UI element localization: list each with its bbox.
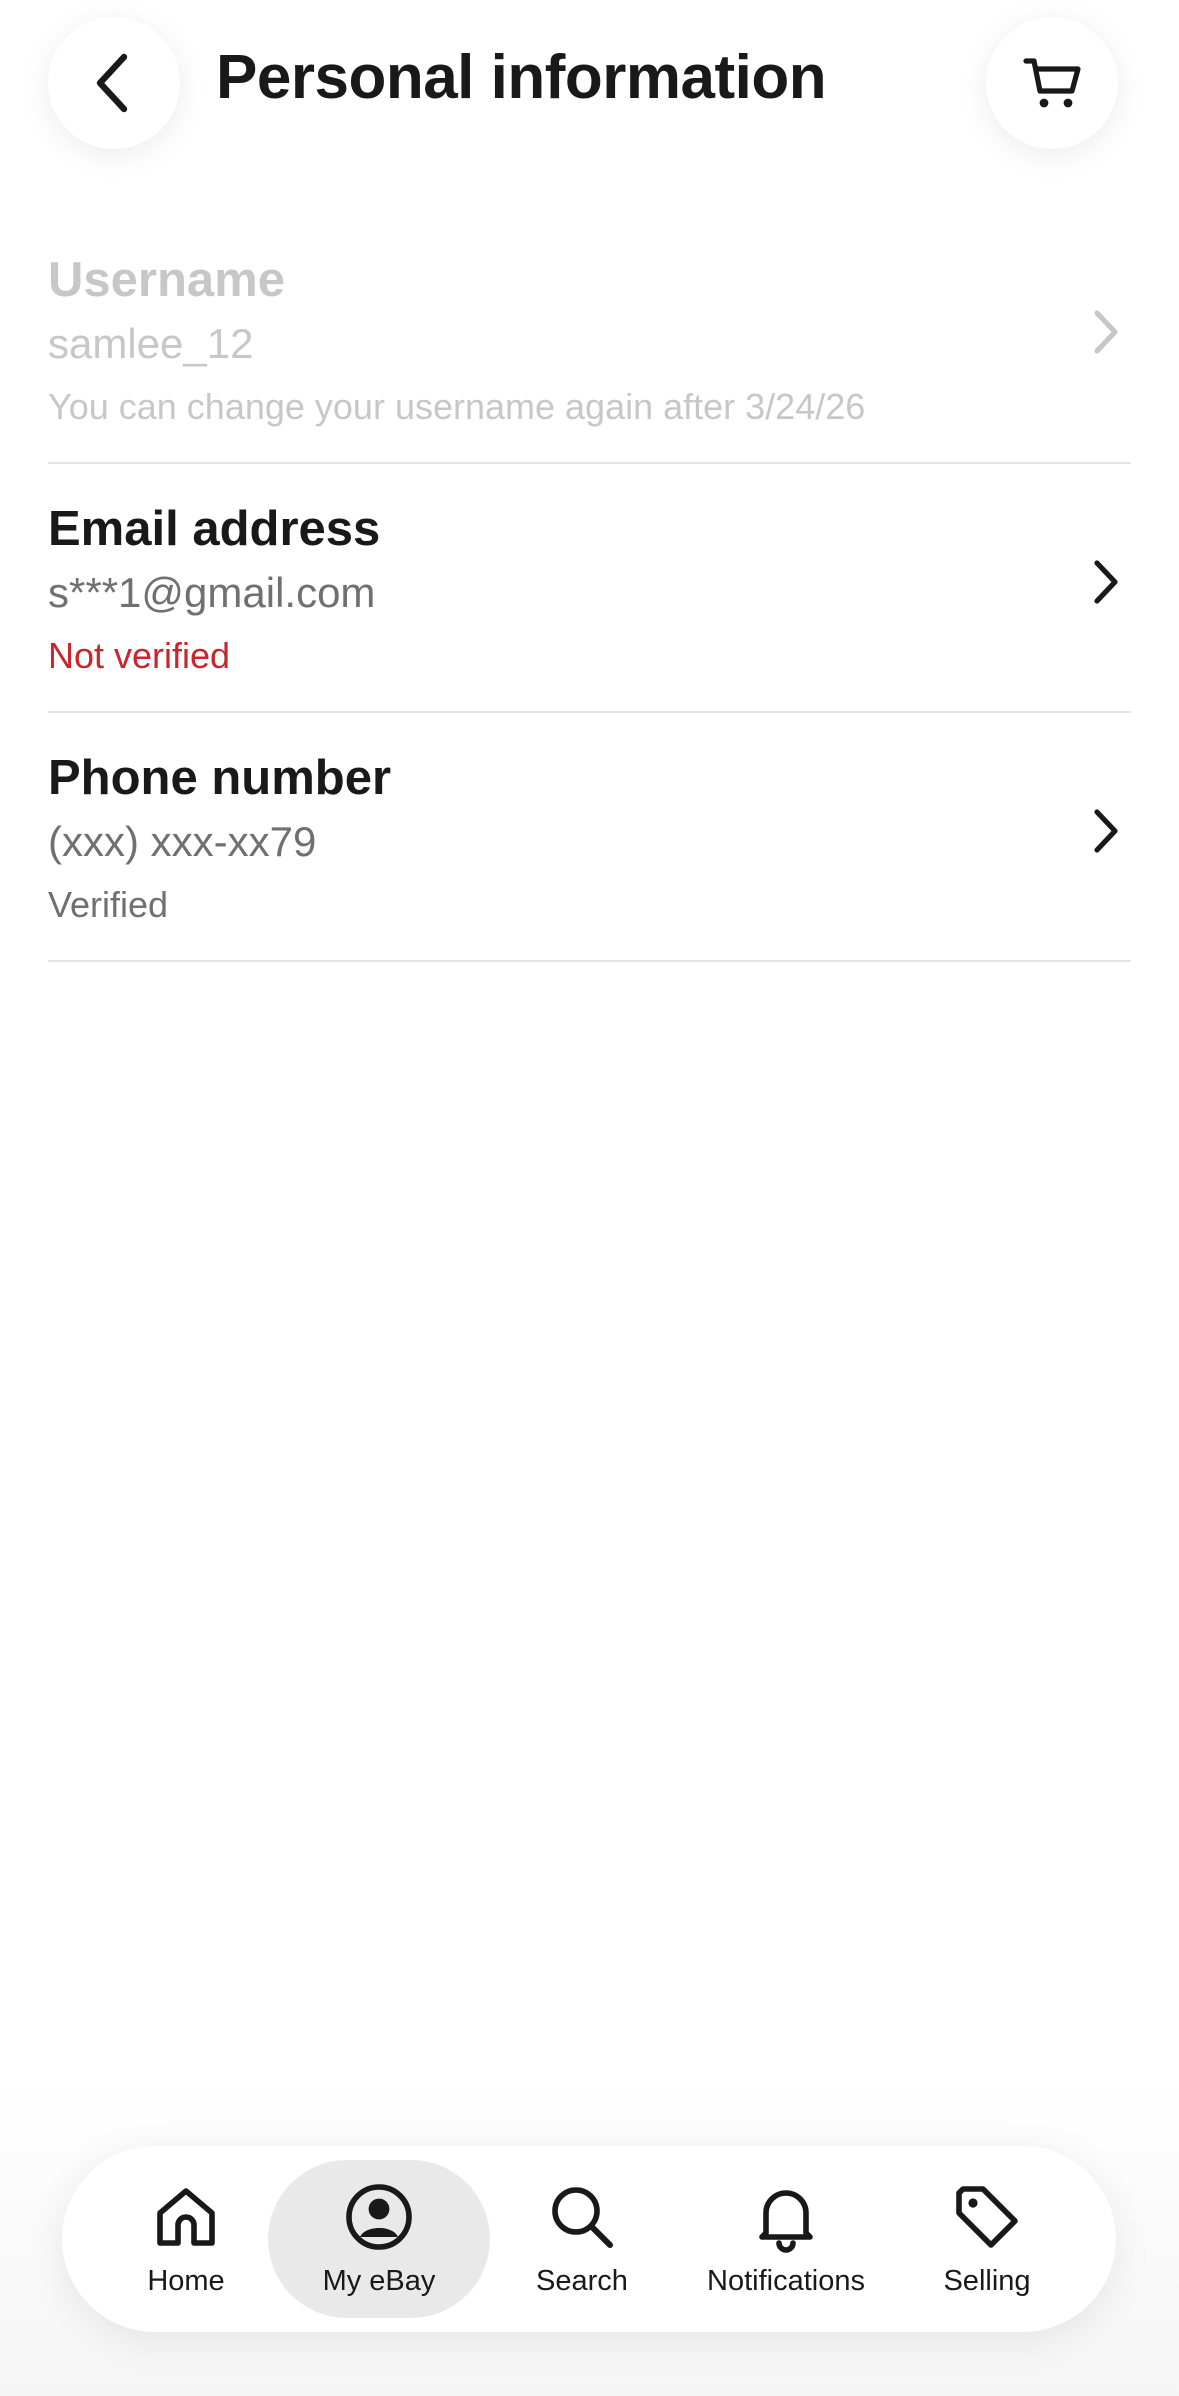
back-button[interactable] [48,17,180,149]
chevron-left-icon [96,53,128,113]
chevron-right-icon [1081,801,1131,861]
chevron-right-icon [1081,552,1131,612]
tab-home-label: Home [147,2264,225,2297]
tab-search[interactable]: Search [504,2160,660,2318]
account-icon [343,2181,415,2253]
home-icon [150,2181,222,2253]
cart-icon [1023,58,1081,108]
email-row[interactable]: Email address s***1@gmail.com Not verifi… [48,464,1131,713]
bell-icon [750,2181,822,2253]
tab-selling[interactable]: Selling [912,2160,1062,2318]
chevron-right-icon [1081,302,1131,362]
page-title: Personal information [216,43,827,112]
tab-home[interactable]: Home [122,2160,250,2318]
username-status: You can change your username again after… [48,386,866,427]
phone-status: Verified [48,884,169,925]
personal-info-list: Username samlee_12 You can change your u… [48,240,1131,962]
username-title: Username [48,253,285,307]
search-icon [546,2181,618,2253]
bottom-tab-bar: Home My eBay Search Notifications Sellin… [62,2146,1116,2332]
tag-icon [951,2181,1023,2253]
email-status: Not verified [48,635,231,676]
tab-notifications[interactable]: Notifications [678,2160,894,2318]
tab-notifications-label: Notifications [707,2264,865,2297]
tab-my-ebay[interactable]: My eBay [268,2160,490,2318]
email-title: Email address [48,502,381,556]
tab-search-label: Search [536,2264,628,2297]
phone-title: Phone number [48,751,392,805]
top-bar: Personal information [0,0,1179,170]
tab-my-ebay-label: My eBay [322,2264,436,2297]
tab-selling-label: Selling [943,2264,1031,2297]
email-value: s***1@gmail.com [48,569,376,616]
username-row[interactable]: Username samlee_12 You can change your u… [48,240,1131,464]
cart-button[interactable] [986,17,1118,149]
phone-value: (xxx) xxx-xx79 [48,818,317,865]
phone-row[interactable]: Phone number (xxx) xxx-xx79 Verified [48,713,1131,962]
username-value: samlee_12 [48,320,254,367]
